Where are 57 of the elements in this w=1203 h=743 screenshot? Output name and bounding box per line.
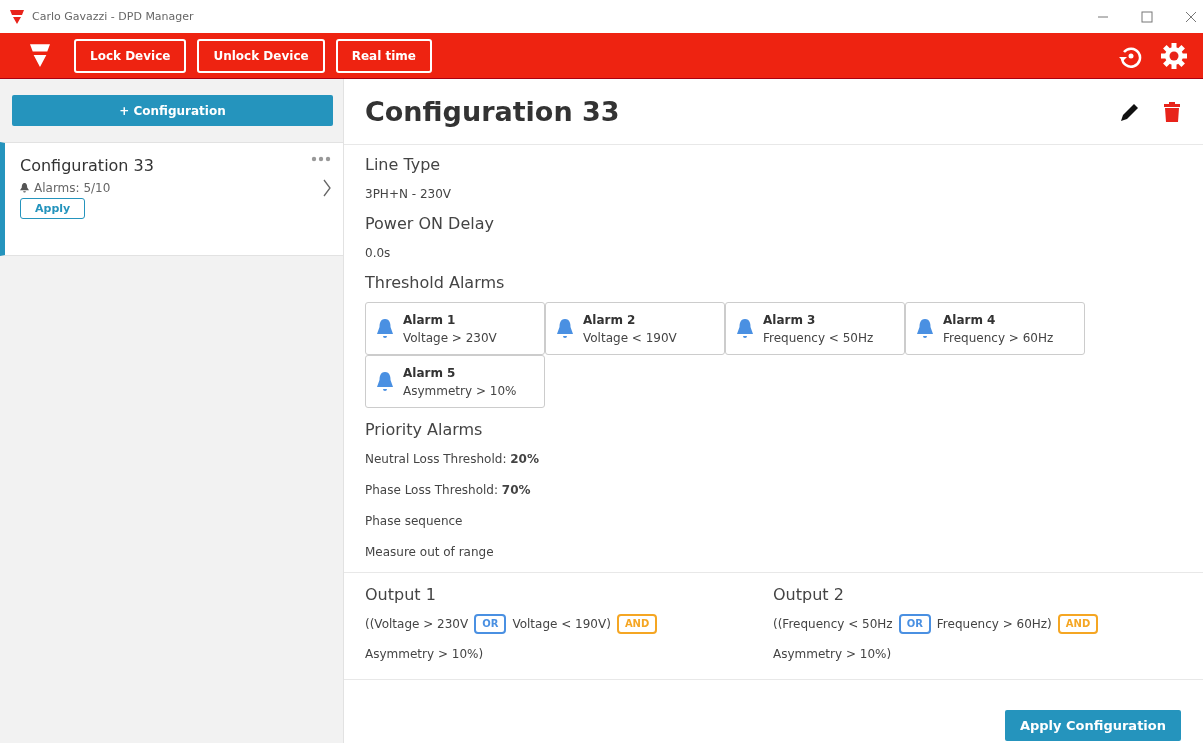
alarm-name: Alarm 1 <box>403 312 457 327</box>
trash-icon[interactable] <box>1163 100 1181 123</box>
alarm-condition: Voltage < 190V <box>583 330 677 345</box>
settings-icon[interactable] <box>1161 42 1187 69</box>
alarm-count: Alarms: 5/10 <box>34 181 111 195</box>
close-icon[interactable] <box>1185 10 1197 23</box>
alarm-condition: Voltage > 230V <box>403 330 497 345</box>
toolbar-button[interactable]: Unlock Device <box>197 38 325 73</box>
section-heading: Threshold Alarms <box>365 272 506 294</box>
bell-icon <box>376 370 394 393</box>
logo-icon <box>10 9 24 24</box>
output-title: Output 1 <box>365 584 437 606</box>
more-icon[interactable] <box>311 156 331 162</box>
section-heading: Power ON Delay <box>365 213 495 235</box>
alarm-name: Alarm 5 <box>403 365 457 380</box>
output-condition: Asymmetry > 10%) <box>365 646 484 663</box>
operator-tag: OR <box>474 614 507 634</box>
bell-icon <box>20 183 29 193</box>
output-title: Output 2 <box>773 584 845 606</box>
logo-icon <box>30 42 50 69</box>
apply-button[interactable]: Apply <box>20 198 86 219</box>
bell-icon <box>376 317 394 340</box>
window-title: Carlo Gavazzi - DPD Manager <box>32 10 194 23</box>
maximize-icon[interactable] <box>1141 10 1153 23</box>
priority-alarm: Phase Loss Threshold: 70% <box>365 482 532 499</box>
alarm-condition: Asymmetry > 10% <box>403 383 517 398</box>
bell-icon <box>736 317 754 340</box>
alarm-condition: Frequency < 50Hz <box>763 330 874 345</box>
section-heading: Line Type <box>365 154 442 176</box>
bell-icon <box>556 317 574 340</box>
bell-icon <box>916 317 934 340</box>
output-condition: ((Voltage > 230V <box>365 616 469 633</box>
configuration-title: Configuration 33 <box>365 96 620 127</box>
apply-configuration-button[interactable]: Apply Configuration <box>1004 710 1181 741</box>
output-condition: Voltage < 190V) <box>512 616 611 633</box>
chevron-right-icon[interactable] <box>323 179 331 197</box>
alarm-name: Alarm 3 <box>763 312 817 327</box>
output-condition: Frequency > 60Hz) <box>936 616 1052 633</box>
operator-tag: OR <box>898 614 931 634</box>
section-heading: Priority Alarms <box>365 419 484 441</box>
toolbar-button[interactable]: Real time <box>335 38 432 73</box>
operator-tag: AND <box>616 614 658 634</box>
setting-value: 3PH+N - 230V <box>365 186 452 203</box>
configuration-card[interactable]: Configuration 33 Alarms: 5/10 Apply <box>0 142 343 256</box>
output-condition: ((Frequency < 50Hz <box>773 616 893 633</box>
priority-alarm: Measure out of range <box>365 544 495 561</box>
setting-value: 0.0s <box>365 245 392 262</box>
priority-alarm: Neutral Loss Threshold: 20% <box>365 451 540 468</box>
configuration-name: Configuration 33 <box>20 156 154 175</box>
alarm-name: Alarm 4 <box>943 312 997 327</box>
add-configuration-button[interactable]: + Configuration <box>12 95 333 126</box>
toolbar-button[interactable]: Lock Device <box>74 38 187 73</box>
alarm-name: Alarm 2 <box>583 312 637 327</box>
operator-tag: AND <box>1057 614 1099 634</box>
output-condition: Asymmetry > 10%) <box>773 646 892 663</box>
alarm-condition: Frequency > 60Hz <box>943 330 1054 345</box>
priority-alarm: Phase sequence <box>365 513 464 530</box>
